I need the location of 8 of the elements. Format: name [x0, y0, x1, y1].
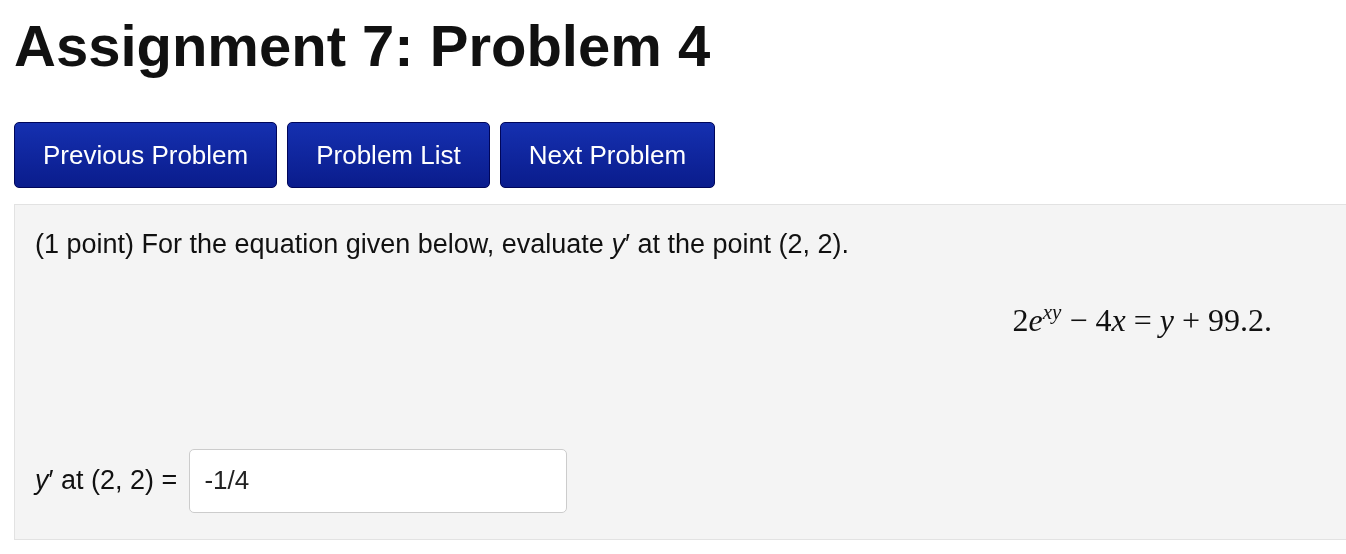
- nav-button[interactable]: Previous Problem: [14, 122, 278, 188]
- equation: 2e$^{xy}$ − 4x = y + 99.2.: [1011, 300, 1273, 339]
- nav-button[interactable]: Next Problem: [499, 122, 716, 188]
- page-title: Assignment 7: Problem 4: [14, 12, 712, 80]
- nav-button[interactable]: Problem List: [287, 122, 490, 188]
- problem-statement: (1 point) For the equation given below, evaluate y′ at the point (2, 2).: [35, 229, 851, 260]
- answer-label: y′ at (2, 2) =: [35, 465, 178, 497]
- answer-field[interactable]: -1/4: [189, 448, 568, 513]
